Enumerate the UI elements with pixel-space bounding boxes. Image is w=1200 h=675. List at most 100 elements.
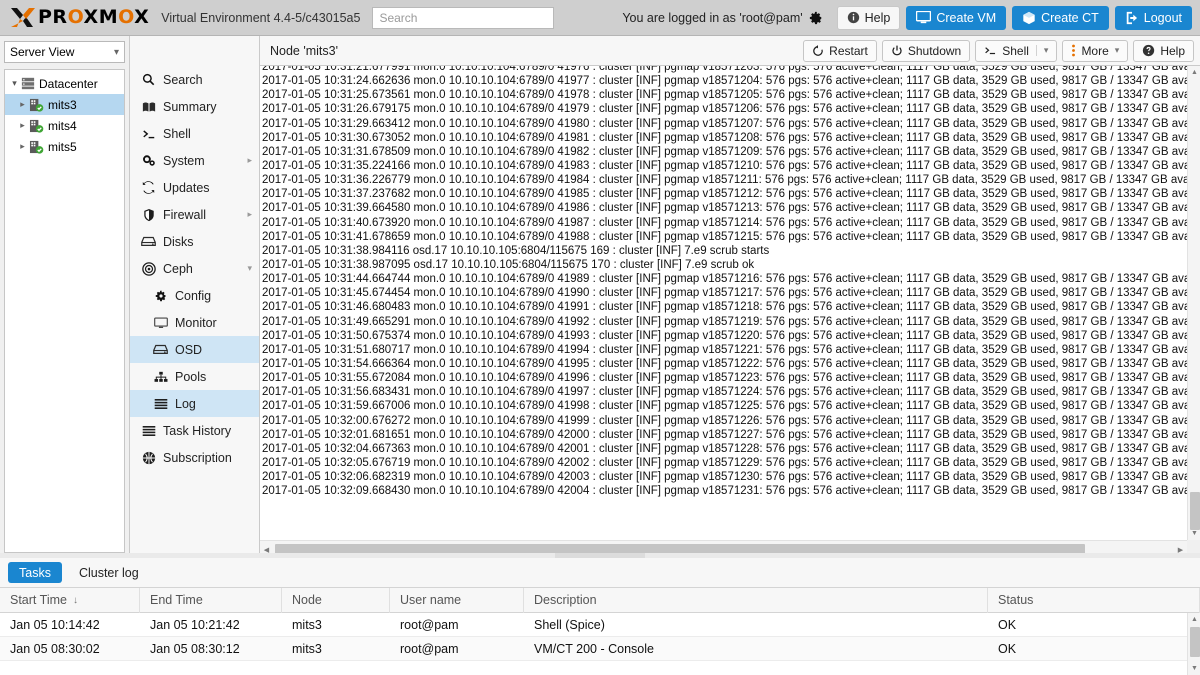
chevron-down-icon[interactable]: ▾ <box>1115 45 1120 56</box>
column-header-start-time[interactable]: Start Time ↓ <box>0 587 140 613</box>
menu-label: Disks <box>163 234 194 249</box>
menu-label: Task History <box>163 423 232 438</box>
content-toolbar: Node 'mits3' Restart Shutdown Shell ▾ Mo… <box>260 36 1200 66</box>
tab-cluster-log-label: Cluster log <box>78 565 139 580</box>
scroll-up-arrow[interactable]: ▲ <box>1188 66 1200 79</box>
shell-prompt-icon <box>984 45 997 56</box>
panel-splitter[interactable] <box>0 553 1200 558</box>
menu-label: Updates <box>163 180 210 195</box>
log-line: 2017-01-05 10:31:36.226779 mon.0 10.10.1… <box>262 174 1187 187</box>
menu-label: Ceph <box>163 261 193 276</box>
shutdown-button[interactable]: Shutdown <box>881 39 971 62</box>
scroll-up-arrow[interactable]: ▲ <box>1188 613 1200 626</box>
logout-icon <box>1125 11 1139 25</box>
chevron-down-icon[interactable]: ▾ <box>247 263 252 274</box>
log-line: 2017-01-05 10:31:56.683431 mon.0 10.10.1… <box>262 386 1187 399</box>
menu-item-subscription[interactable]: Subscription <box>130 444 259 471</box>
chevron-right-icon[interactable]: ▸ <box>247 155 252 166</box>
tree-item-datacenter[interactable]: ▾ Datacenter <box>5 73 124 94</box>
table-row[interactable]: Jan 05 08:30:02 Jan 05 08:30:12 mits3 ro… <box>0 637 1200 661</box>
cell-user-name: root@pam <box>400 641 459 656</box>
create-ct-button[interactable]: Create CT <box>1012 5 1109 30</box>
menu-item-summary[interactable]: Summary <box>130 93 259 120</box>
log-line: 2017-01-05 10:32:01.681651 mon.0 10.10.1… <box>262 428 1187 441</box>
tasks-vertical-scrollbar[interactable]: ▲ ▼ <box>1187 613 1200 675</box>
log-vertical-scrollbar[interactable]: ▲ ▼ <box>1187 66 1200 540</box>
column-header-status[interactable]: Status <box>988 587 1200 613</box>
view-selector-dropdown[interactable]: Server View ▾ <box>4 41 125 63</box>
log-vscroll-thumb[interactable] <box>1190 492 1200 530</box>
tree-item-mits4[interactable]: ▸ mits4 <box>5 115 124 136</box>
column-header-end-time[interactable]: End Time <box>140 587 282 613</box>
summary-icon <box>140 101 157 113</box>
log-list-icon <box>152 398 169 410</box>
content-help-label: Help <box>1160 43 1185 58</box>
menu-item-ceph[interactable]: Ceph ▾ <box>130 255 259 282</box>
cell-description: VM/CT 200 - Console <box>534 641 654 656</box>
menu-item-system[interactable]: System ▸ <box>130 147 259 174</box>
tasks-vscroll-thumb[interactable] <box>1190 627 1200 657</box>
tree-item-mits3[interactable]: ▸ mits3 <box>5 94 124 115</box>
menu-item-task-history[interactable]: Task History <box>130 417 259 444</box>
log-line: 2017-01-05 10:31:38.987095 osd.17 10.10.… <box>262 258 755 271</box>
log-scroll-region: 2017-01-05 10:31:21.677991 mon.0 10.10.1… <box>260 66 1187 540</box>
menu-item-firewall[interactable]: Firewall ▸ <box>130 201 259 228</box>
tree-label: Datacenter <box>39 76 98 91</box>
cell-end-time: Jan 05 08:30:12 <box>150 641 240 656</box>
cell-status: OK <box>998 641 1017 656</box>
chevron-right-icon[interactable]: ▸ <box>17 141 28 152</box>
content-help-button[interactable]: Help <box>1133 39 1194 62</box>
log-line: 2017-01-05 10:31:21.677991 mon.0 10.10.1… <box>262 66 1187 73</box>
chevron-right-icon[interactable]: ▸ <box>17 120 28 131</box>
help-button[interactable]: Help <box>836 5 901 30</box>
cell-node: mits3 <box>292 617 322 632</box>
settings-gear-icon[interactable] <box>809 11 823 25</box>
more-label: More <box>1081 43 1109 58</box>
menu-item-config[interactable]: Config <box>130 282 259 309</box>
tab-cluster-log[interactable]: Cluster log <box>68 562 150 583</box>
log-line: 2017-01-05 10:31:25.673561 mon.0 10.10.1… <box>262 89 1187 102</box>
more-button[interactable]: More ▾ <box>1062 39 1129 62</box>
column-label: Node <box>292 593 322 607</box>
log-lines: 2017-01-05 10:31:21.677991 mon.0 10.10.1… <box>260 66 1187 498</box>
chevron-down-icon[interactable]: ▾ <box>9 78 20 89</box>
menu-item-shell[interactable]: Shell <box>130 120 259 147</box>
column-header-user-name[interactable]: User name <box>390 587 524 613</box>
column-header-node[interactable]: Node <box>282 587 390 613</box>
scroll-down-arrow[interactable]: ▼ <box>1188 662 1200 675</box>
create-vm-button[interactable]: Create VM <box>906 5 1007 30</box>
menu-item-disks[interactable]: Disks <box>130 228 259 255</box>
node-icon <box>29 119 44 133</box>
table-header-row: Start Time ↓ End Time Node User name Des… <box>0 587 1200 613</box>
tab-tasks[interactable]: Tasks <box>8 562 62 583</box>
menu-item-monitor[interactable]: Monitor <box>130 309 259 336</box>
table-row[interactable]: Jan 05 10:14:42 Jan 05 10:21:42 mits3 ro… <box>0 613 1200 637</box>
cell-description: Shell (Spice) <box>534 617 605 632</box>
shutdown-label: Shutdown <box>907 43 962 58</box>
menu-item-pools[interactable]: Pools <box>130 363 259 390</box>
shell-button[interactable]: Shell ▾ <box>975 39 1058 62</box>
node-icon <box>29 140 44 154</box>
tree-item-mits5[interactable]: ▸ mits5 <box>5 136 124 157</box>
menu-item-updates[interactable]: Updates <box>130 174 259 201</box>
menu-item-osd[interactable]: OSD <box>130 336 259 363</box>
chevron-right-icon[interactable]: ▸ <box>17 99 28 110</box>
menu-item-search[interactable]: Search <box>130 66 259 93</box>
column-header-description[interactable]: Description <box>524 587 988 613</box>
chevron-right-icon[interactable]: ▸ <box>247 209 252 220</box>
cell-start-time: Jan 05 08:30:02 <box>10 641 100 656</box>
column-label: Status <box>998 593 1034 607</box>
log-line: 2017-01-05 10:31:59.667006 mon.0 10.10.1… <box>262 400 1187 413</box>
scroll-down-arrow[interactable]: ▼ <box>1188 527 1200 540</box>
chevron-down-icon[interactable]: ▾ <box>1035 45 1048 56</box>
ceph-icon <box>140 261 157 276</box>
tab-tasks-label: Tasks <box>19 565 51 580</box>
splitter-handle[interactable] <box>555 553 645 558</box>
menu-label: Log <box>175 396 196 411</box>
brand-name: PROXMOX <box>38 6 150 28</box>
restart-button[interactable]: Restart <box>803 39 877 62</box>
menu-item-log[interactable]: Log <box>130 390 259 417</box>
logout-button[interactable]: Logout <box>1114 5 1192 30</box>
create-vm-label: Create VM <box>936 10 997 25</box>
search-input[interactable]: Search <box>372 6 555 29</box>
